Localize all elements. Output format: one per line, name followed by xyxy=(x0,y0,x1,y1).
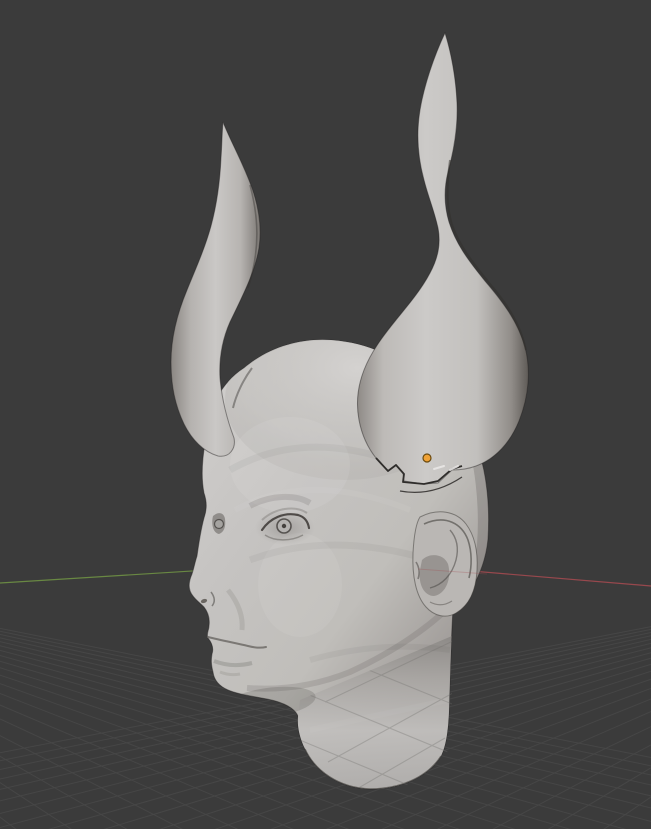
ear xyxy=(412,511,478,617)
eye-pupil xyxy=(281,523,287,529)
3d-viewport[interactable] xyxy=(0,0,651,829)
origin-point[interactable] xyxy=(422,453,432,463)
far-eye-iris xyxy=(213,518,225,530)
